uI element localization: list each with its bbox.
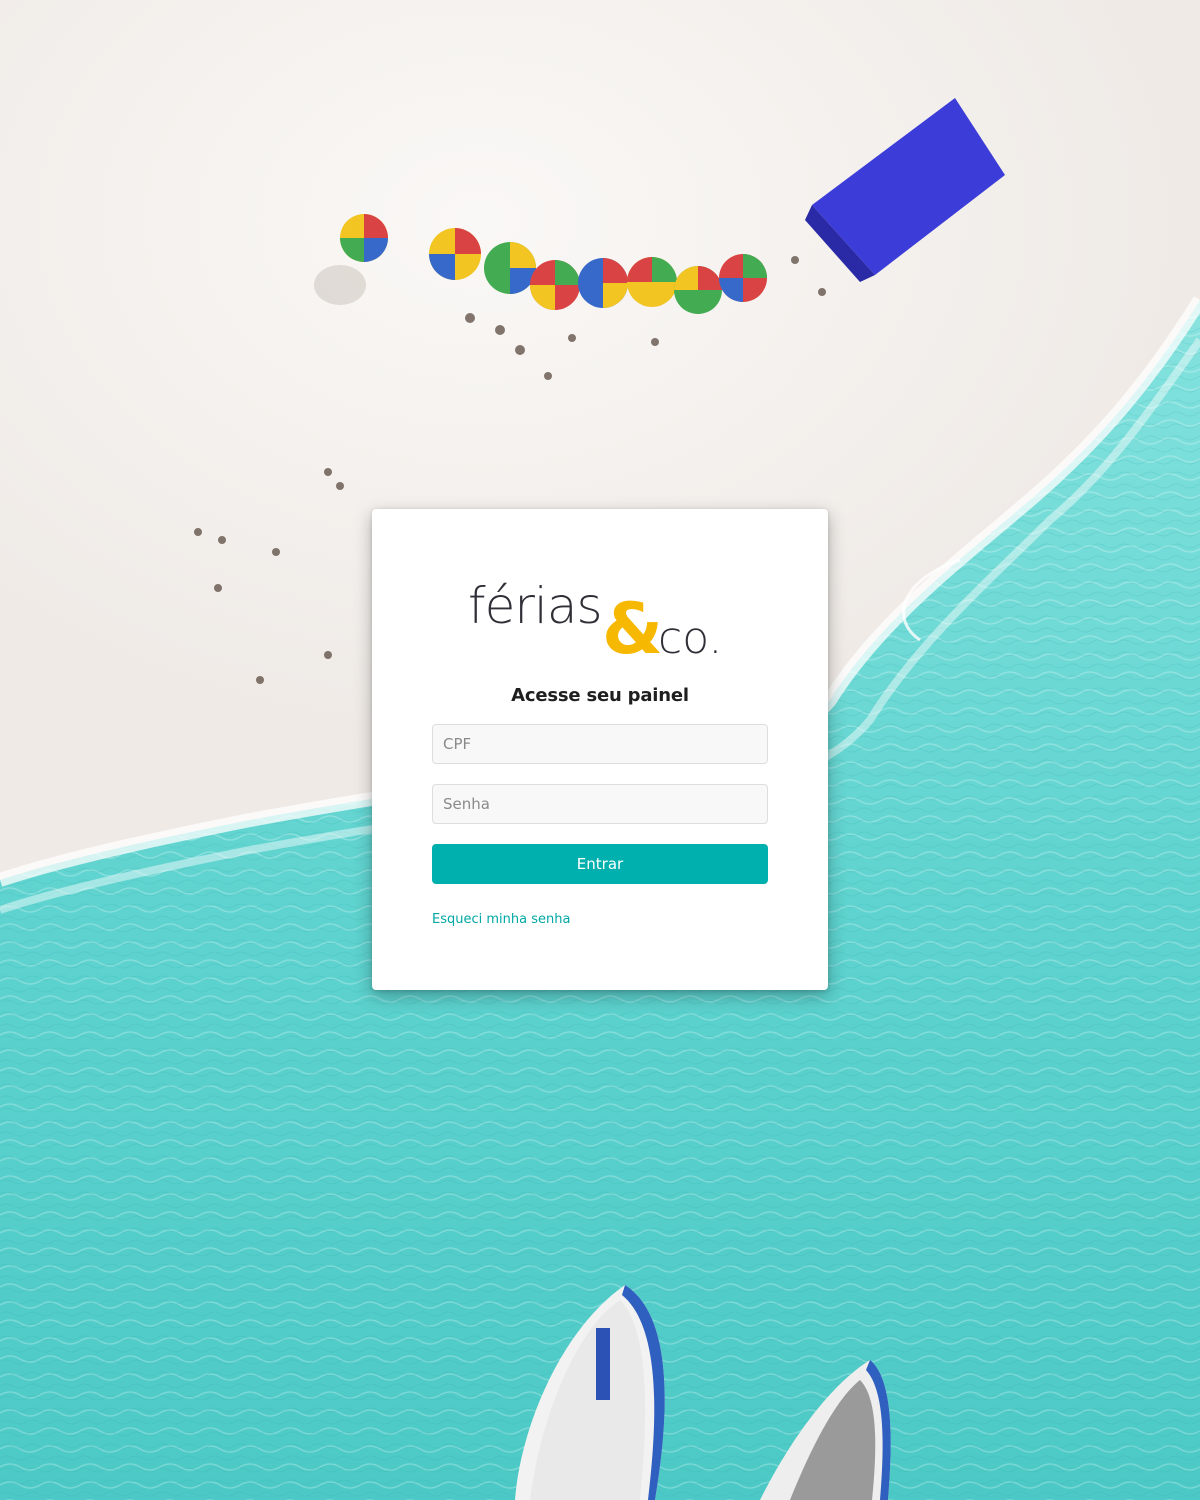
logo-text-main: férias [468, 577, 602, 635]
login-heading: Acesse seu painel [511, 685, 689, 706]
login-card: férias & co. Acesse seu painel Entrar Es… [372, 509, 828, 990]
logo-text-tail: co. [658, 613, 722, 664]
login-page: férias & co. Acesse seu painel Entrar Es… [0, 0, 1200, 1500]
logo-ampersand: & [602, 588, 663, 665]
entrar-button[interactable]: Entrar [432, 844, 768, 884]
forgot-password-link[interactable]: Esqueci minha senha [432, 912, 570, 927]
cpf-input[interactable] [432, 724, 768, 764]
brand-logo: férias & co. [462, 561, 742, 665]
senha-input[interactable] [432, 784, 768, 824]
ferias-co-logo-icon: férias & co. [468, 577, 722, 665]
